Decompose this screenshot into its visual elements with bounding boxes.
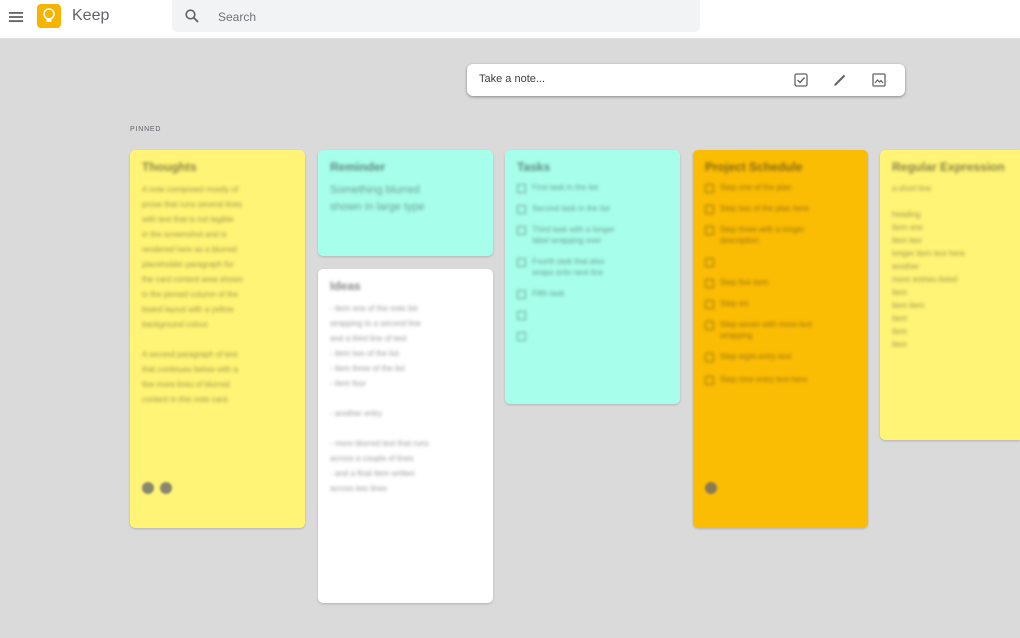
checklist-item-text: Step two of the plan here (720, 204, 809, 213)
checklist-item[interactable]: Step one of the plan (705, 182, 856, 193)
checklist: First task in the list Second task in th… (517, 182, 668, 341)
checklist-item-text: Step seven with more text wrapping (720, 320, 813, 340)
note-card[interactable]: Regular Expression a short line heading … (880, 150, 1020, 440)
checklist-item-text: Step three with a longer description (720, 225, 805, 245)
note-body: A note composed mostly of prose that run… (142, 185, 243, 404)
new-list-icon[interactable] (793, 72, 809, 88)
label-chip[interactable] (705, 482, 717, 494)
checkbox[interactable] (705, 184, 714, 193)
top-app-bar: Keep (0, 0, 1020, 39)
checkbox[interactable] (705, 258, 714, 267)
checkbox[interactable] (517, 184, 526, 193)
checklist-item[interactable]: Step nine entry text here (705, 374, 856, 385)
checklist-item-text: Step six (720, 299, 749, 308)
note-title: Tasks (517, 160, 551, 174)
note-title: Project Schedule (705, 160, 803, 174)
checkbox[interactable] (705, 353, 714, 362)
note-card[interactable]: Thoughts A note composed mostly of prose… (130, 150, 305, 528)
note-title: Ideas (330, 279, 361, 293)
checklist-item[interactable]: Step six (705, 298, 856, 309)
checklist-item-text: Third task with a longer label wrapping … (532, 225, 615, 245)
checklist-item[interactable]: Step seven with more text wrapping (705, 319, 856, 341)
checklist-item[interactable] (517, 309, 668, 320)
checkbox[interactable] (705, 226, 714, 235)
search-bar[interactable] (172, 0, 700, 32)
menu-icon[interactable] (6, 7, 26, 27)
checklist: Step one of the plan Step two of the pla… (705, 182, 856, 385)
checklist-item-text: Fifth task (532, 289, 565, 298)
checklist-item[interactable]: Step eight entry text (705, 351, 856, 362)
note-title: Thoughts (142, 160, 197, 174)
note-card[interactable]: Project Schedule Step one of the plan St… (693, 150, 868, 528)
note-title: Reminder (330, 160, 386, 174)
label-chip[interactable] (142, 482, 154, 494)
checklist-item-text: First task in the list (532, 183, 599, 192)
checklist-item[interactable]: Fourth task that also wraps onto next li… (517, 256, 668, 278)
search-icon[interactable] (184, 8, 200, 24)
checklist-item[interactable]: Third task with a longer label wrapping … (517, 224, 668, 246)
checkbox[interactable] (517, 290, 526, 299)
checkbox[interactable] (705, 321, 714, 330)
checklist-item-text: Step nine entry text here (720, 375, 808, 384)
checkbox[interactable] (517, 332, 526, 341)
checkbox[interactable] (705, 376, 714, 385)
note-card[interactable]: Ideas - item one of the note list wrappi… (318, 269, 493, 603)
checkbox[interactable] (705, 279, 714, 288)
app-title: Keep (72, 7, 110, 24)
checklist-item[interactable]: Step five item (705, 277, 856, 288)
checkbox[interactable] (705, 300, 714, 309)
checkbox[interactable] (517, 258, 526, 267)
note-body: Something blurred shown in large type (330, 184, 425, 213)
checklist-item-text: Fourth task that also wraps onto next li… (532, 257, 605, 277)
checkbox[interactable] (517, 311, 526, 320)
take-note-placeholder[interactable]: Take a note... (479, 73, 545, 85)
note-title: Regular Expression (892, 160, 1005, 174)
note-body: - item one of the note list wrapping to … (330, 304, 429, 493)
pinned-section-label: PINNED (130, 126, 162, 133)
checklist-item[interactable]: Step two of the plan here (705, 203, 856, 214)
checkbox[interactable] (705, 205, 714, 214)
checklist-item-text: Second task in the list (532, 204, 610, 213)
search-input[interactable] (216, 6, 680, 28)
checklist-item[interactable]: Fifth task (517, 288, 668, 299)
note-card[interactable]: Reminder Something blurred shown in larg… (318, 150, 493, 256)
image-icon[interactable] (871, 72, 887, 88)
checklist-item[interactable] (705, 256, 856, 267)
checklist-item[interactable]: First task in the list (517, 182, 668, 193)
checkbox[interactable] (517, 205, 526, 214)
checklist-item-text: Step eight entry text (720, 352, 792, 361)
draw-icon[interactable] (832, 72, 848, 88)
take-note-bar[interactable]: Take a note... (467, 64, 905, 96)
note-labels (705, 482, 717, 494)
note-labels (142, 482, 172, 494)
note-card[interactable]: Tasks First task in the list Second task… (505, 150, 680, 404)
checklist-item-text: Step one of the plan (720, 183, 792, 192)
checklist-item[interactable] (517, 330, 668, 341)
label-chip[interactable] (160, 482, 172, 494)
checklist-item[interactable]: Second task in the list (517, 203, 668, 214)
checklist-item[interactable]: Step three with a longer description (705, 224, 856, 246)
keep-bulb-icon[interactable] (37, 4, 61, 28)
checklist-item-text: Step five item (720, 278, 769, 287)
note-body: a short line heading item one item two l… (892, 184, 965, 349)
checkbox[interactable] (517, 226, 526, 235)
